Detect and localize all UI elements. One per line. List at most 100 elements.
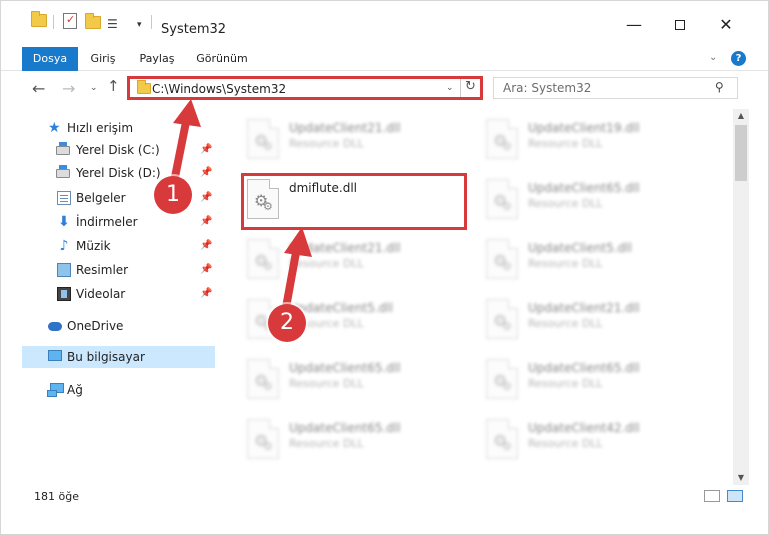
file-item[interactable]: ⚙ ⚙ UpdateClient65.dll Resource DLL [474,173,704,229]
file-description: Resource DLL [528,137,603,150]
file-description: Resource DLL [289,437,364,450]
drive-icon [56,142,70,155]
documents-icon [57,191,71,205]
navigation-pane: ★ Hızlı erişim Yerel Disk (C:) 📌 Yerel D… [22,109,215,481]
pin-icon[interactable]: 📌 [200,167,212,178]
sidebar-item-quick-access[interactable]: ★ Hızlı erişim [22,117,215,139]
sidebar-item-local-disk-c[interactable]: Yerel Disk (C:) 📌 [22,139,215,161]
dll-file-icon: ⚙⚙ [486,299,518,339]
scroll-down-arrow-icon[interactable]: ▼ [733,471,749,485]
search-icon[interactable]: ⚲ [715,80,724,94]
address-path[interactable]: C:\Windows\System32 [152,82,286,96]
scroll-up-arrow-icon[interactable]: ▲ [733,109,749,123]
pin-icon[interactable]: 📌 [200,192,212,203]
search-input[interactable]: Ara: System32 [503,81,591,95]
file-item[interactable]: ⚙ ⚙ UpdateClient21.dll Resource DLL [474,293,704,349]
divider [151,15,152,29]
up-button[interactable]: ↑ [107,77,120,95]
file-name: UpdateClient21.dll [289,241,401,255]
view-options-icon[interactable]: ☰ [107,15,118,33]
refresh-button[interactable]: ↻ [465,79,476,94]
sidebar-item-label: Yerel Disk (D:) [76,166,161,180]
back-button[interactable]: ← [32,79,45,98]
file-description: Resource DLL [528,197,603,210]
minimize-button[interactable]: — [611,10,657,40]
scroll-thumb[interactable] [735,125,747,181]
sidebar-item-label: Müzik [76,239,111,253]
dll-file-icon: ⚙⚙ [486,359,518,399]
tab-share[interactable]: Paylaş [136,47,178,71]
download-icon: ⬇ [58,214,70,230]
file-description: Resource DLL [289,257,364,270]
vertical-scrollbar[interactable]: ▲ ▼ [733,109,749,485]
help-button[interactable]: ? [731,51,746,66]
pin-icon[interactable]: 📌 [200,264,212,275]
sidebar-item-pictures[interactable]: Resimler 📌 [22,259,215,281]
pin-icon[interactable]: 📌 [200,144,212,155]
large-icons-view-icon[interactable] [727,490,743,502]
address-bar[interactable]: C:\Windows\System32 ⌄ ↻ [127,76,483,100]
customize-quick-access-icon[interactable]: ▾ [137,16,142,34]
dll-file-icon: ⚙⚙ [486,179,518,219]
file-name: UpdateClient19.dll [528,121,640,135]
drive-icon [56,165,70,178]
dll-file-icon: ⚙⚙ [486,119,518,159]
pin-icon[interactable]: 📌 [200,288,212,299]
cloud-icon [48,322,62,331]
music-icon: ♪ [59,238,69,254]
sidebar-item-label: Ağ [67,383,83,397]
properties-icon[interactable] [63,13,77,29]
file-item[interactable]: ⚙ ⚙ UpdateClient65.dll Resource DLL [474,353,704,409]
step-2-badge: 2 [268,304,306,342]
dll-file-icon: ⚙⚙ [247,239,279,279]
file-name: UpdateClient5.dll [289,301,393,315]
recent-locations-button[interactable]: ⌄ [90,83,98,93]
sidebar-item-music[interactable]: ♪ Müzik 📌 [22,235,215,257]
file-item[interactable]: ⚙ ⚙ UpdateClient21.dll Resource DLL [235,113,465,169]
folder-icon [31,10,47,27]
sidebar-item-label: Hızlı erişim [67,121,134,135]
sidebar-item-this-pc[interactable]: Bu bilgisayar [22,346,215,368]
address-dropdown-icon[interactable]: ⌄ [446,83,454,93]
file-item[interactable]: ⚙ ⚙ UpdateClient65.dll Resource DLL [235,353,465,409]
sidebar-item-label: Belgeler [76,191,126,205]
file-item[interactable]: ⚙ ⚙ UpdateClient21.dll Resource DLL [235,233,465,289]
file-description: Resource DLL [528,377,603,390]
file-item[interactable]: ⚙ ⚙ UpdateClient42.dll Resource DLL [474,413,704,469]
file-name: UpdateClient42.dll [528,421,640,435]
sidebar-item-network[interactable]: Ağ [22,379,215,401]
search-box[interactable]: Ara: System32 ⚲ [493,77,738,99]
dll-file-icon: ⚙⚙ [247,359,279,399]
sidebar-item-downloads[interactable]: ⬇ İndirmeler 📌 [22,211,215,233]
videos-icon [57,287,71,301]
pictures-icon [57,263,71,277]
star-icon: ★ [48,120,61,136]
file-name: UpdateClient65.dll [289,421,401,435]
expand-ribbon-icon[interactable]: ⌄ [709,52,717,63]
file-item[interactable]: ⚙⚙ UpdateClient5.dll Resource DLL [474,233,704,289]
sidebar-item-label: İndirmeler [76,215,138,229]
file-item[interactable]: ⚙ ⚙ UpdateClient65.dll Resource DLL [235,413,465,469]
tab-view[interactable]: Görünüm [194,47,250,71]
tab-file[interactable]: Dosya [22,47,78,71]
pin-icon[interactable]: 📌 [200,240,212,251]
sidebar-item-label: Videolar [76,287,126,301]
divider [460,79,461,97]
tab-home[interactable]: Giriş [86,47,120,71]
pin-icon[interactable]: 📌 [200,216,212,227]
dll-file-icon: ⚙⚙ [486,419,518,459]
file-item[interactable]: ⚙ ⚙ UpdateClient19.dll Resource DLL [474,113,704,169]
new-folder-icon[interactable] [85,12,101,31]
sidebar-item-videos[interactable]: Videolar 📌 [22,283,215,305]
dll-file-icon: ⚙⚙ [247,119,279,159]
sidebar-item-label: OneDrive [67,319,124,333]
status-bar: 181 öğe [1,485,768,509]
file-name: UpdateClient65.dll [289,361,401,375]
close-button[interactable]: ✕ [703,10,749,40]
sidebar-item-onedrive[interactable]: OneDrive [22,315,215,337]
details-view-icon[interactable] [704,490,720,502]
file-description: Resource DLL [528,437,603,450]
forward-button[interactable]: → [62,79,75,98]
maximize-button[interactable] [657,10,703,40]
maximize-icon [675,20,685,30]
